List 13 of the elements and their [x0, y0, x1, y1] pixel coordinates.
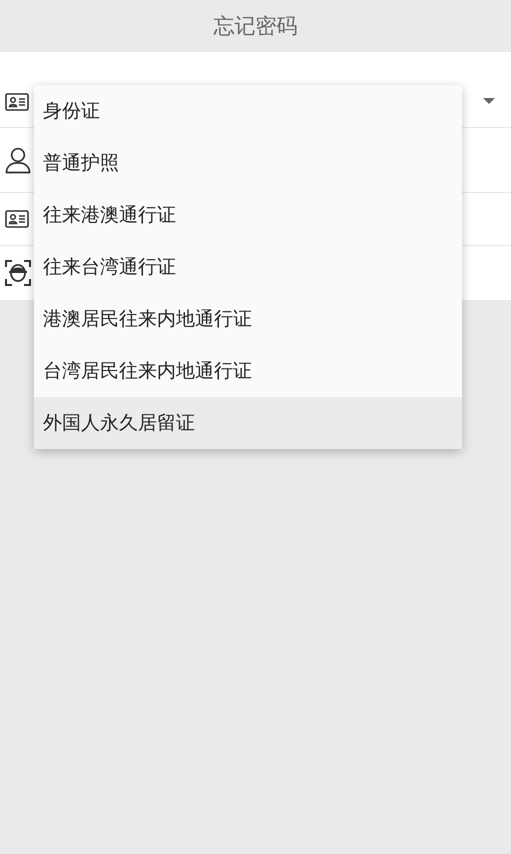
id-card-icon: [5, 92, 29, 112]
menu-item[interactable]: 港澳居民往来内地通行证: [34, 293, 462, 345]
menu-item[interactable]: 往来台湾通行证: [34, 241, 462, 293]
face-scan-icon: [5, 260, 31, 286]
id-card-icon: [5, 209, 29, 229]
menu-item[interactable]: 台湾居民往来内地通行证: [34, 345, 462, 397]
menu-item[interactable]: 往来港澳通行证: [34, 189, 462, 241]
person-icon: [5, 146, 31, 174]
menu-item[interactable]: 外国人永久居留证: [34, 397, 462, 449]
page-title: 忘记密码: [214, 13, 298, 40]
menu-item[interactable]: 普通护照: [34, 137, 462, 189]
caret-icon[interactable]: [483, 98, 495, 105]
menu-item[interactable]: 身份证: [34, 85, 462, 137]
